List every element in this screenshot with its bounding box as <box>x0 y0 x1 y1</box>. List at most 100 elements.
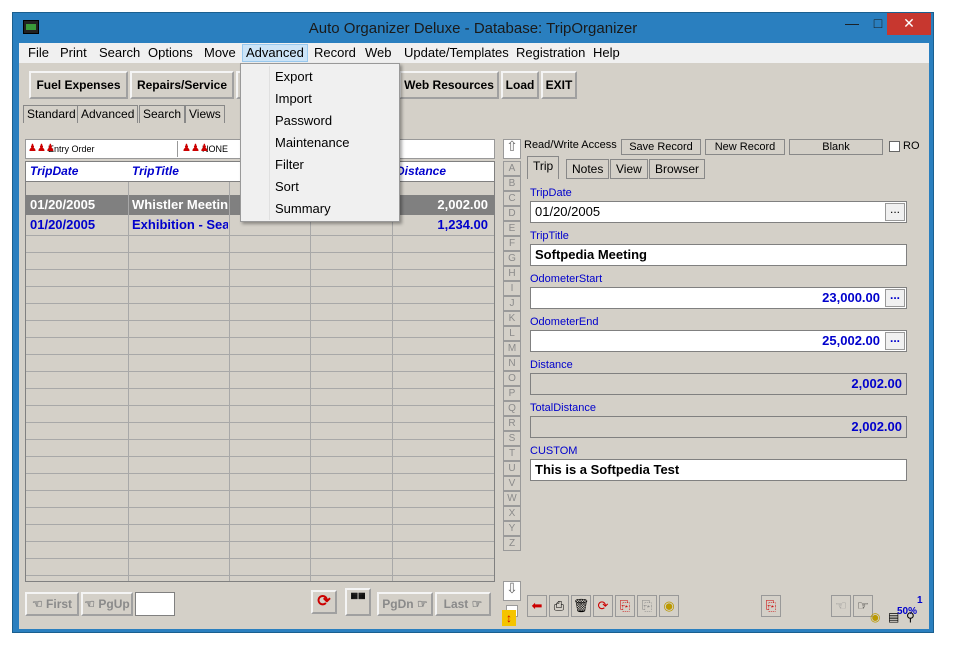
alpha-index-e[interactable]: E <box>503 221 521 236</box>
tab-trip[interactable]: Trip <box>527 156 560 179</box>
menu-sort[interactable]: Sort <box>275 176 299 198</box>
tab-search[interactable]: Search <box>139 105 186 123</box>
first-record-button[interactable]: ☜ First <box>25 592 79 616</box>
col-header-tripdate[interactable]: TripDate <box>30 164 78 178</box>
refresh-icon[interactable]: ⟳ <box>593 595 613 617</box>
col-header-triptitle[interactable]: TripTitle <box>132 164 179 178</box>
alpha-index-z[interactable]: Z <box>503 536 521 551</box>
menu-help[interactable]: Help <box>590 45 623 61</box>
fuel-expenses-button[interactable]: Fuel Expenses <box>29 71 128 99</box>
alpha-index-j[interactable]: J <box>503 296 521 311</box>
web-resources-button[interactable]: Web Resources <box>399 71 499 99</box>
last-record-button[interactable]: Last ☞ <box>435 592 491 616</box>
load-button[interactable]: Load <box>501 71 539 99</box>
tab-views[interactable]: Views <box>185 105 225 123</box>
scroll-up-icon[interactable]: ⇧ <box>503 139 521 159</box>
tab-advanced[interactable]: Advanced <box>77 105 139 123</box>
print-icon[interactable]: ⎙ <box>549 595 569 617</box>
col-header-distance[interactable]: Distance <box>396 164 446 178</box>
alpha-index-y[interactable]: Y <box>503 521 521 536</box>
page-down-button[interactable]: PgDn ☞ <box>377 592 433 616</box>
exit-button[interactable]: EXIT <box>541 71 577 99</box>
menu-file[interactable]: File <box>25 45 52 61</box>
record-number-input[interactable] <box>135 592 175 616</box>
alpha-index-v[interactable]: V <box>503 476 521 491</box>
alpha-index-i[interactable]: I <box>503 281 521 296</box>
alpha-index-l[interactable]: L <box>503 326 521 341</box>
tab-standard[interactable]: Standard <box>23 105 80 123</box>
hand-left-icon[interactable]: ☜ <box>831 595 851 617</box>
tip-bulb-icon[interactable]: ◉ <box>659 595 679 617</box>
export-record-icon[interactable]: ⎘ <box>761 595 781 617</box>
lock-icon[interactable]: ⚲ <box>906 610 920 624</box>
alpha-index-q[interactable]: Q <box>503 401 521 416</box>
menu-web[interactable]: Web <box>362 45 395 61</box>
minimize-button[interactable]: — <box>839 13 865 35</box>
menu-import[interactable]: Import <box>275 88 312 110</box>
alpha-index-o[interactable]: O <box>503 371 521 386</box>
ro-checkbox[interactable] <box>889 141 900 152</box>
sort-secondary[interactable]: ♟♟♟ NONE <box>180 141 240 157</box>
tab-notes[interactable]: Notes <box>566 159 610 179</box>
tab-browser[interactable]: Browser <box>649 159 706 179</box>
menu-record[interactable]: Record <box>311 45 359 61</box>
menu-update-templates[interactable]: Update/Templates <box>401 45 512 61</box>
alpha-index-r[interactable]: R <box>503 416 521 431</box>
refresh-icon[interactable]: ⟳ <box>311 590 337 614</box>
tab-view[interactable]: View <box>610 159 648 179</box>
bulb-icon[interactable]: ◉ <box>870 610 884 624</box>
menu-export[interactable]: Export <box>275 66 313 88</box>
alpha-index-c[interactable]: C <box>503 191 521 206</box>
custom-field[interactable]: This is a Softpedia Test <box>530 459 907 481</box>
grid-view-icon[interactable]: ▦▦ <box>345 588 371 616</box>
alpha-index-x[interactable]: X <box>503 506 521 521</box>
menu-advanced[interactable]: Advanced <box>242 44 308 62</box>
menu-filter[interactable]: Filter <box>275 154 304 176</box>
ellipsis-button[interactable]: ... <box>885 332 905 350</box>
odometerstart-field[interactable]: 23,000.00 ... <box>530 287 907 309</box>
tripdate-field[interactable]: 01/20/2005 ... <box>530 201 907 223</box>
alpha-index-m[interactable]: M <box>503 341 521 356</box>
alpha-index-w[interactable]: W <box>503 491 521 506</box>
title-bar[interactable]: Auto Organizer Deluxe - Database: TripOr… <box>13 13 933 43</box>
alpha-index-n[interactable]: N <box>503 356 521 371</box>
menu-summary[interactable]: Summary <box>275 198 331 220</box>
menu-password[interactable]: Password <box>275 110 332 132</box>
repairs-service-button[interactable]: Repairs/Service <box>130 71 234 99</box>
menu-search[interactable]: Search <box>96 45 143 61</box>
alpha-index-u[interactable]: U <box>503 461 521 476</box>
menu-print[interactable]: Print <box>57 45 90 61</box>
blank-button[interactable]: Blank <box>789 139 883 155</box>
new-record-button[interactable]: New Record <box>705 139 785 155</box>
back-arrow-icon[interactable]: ⬅ <box>527 595 547 617</box>
delete-icon[interactable]: 🗑 <box>571 595 591 617</box>
splitter-handle-icon[interactable]: ↕ <box>502 610 516 626</box>
triptitle-field[interactable]: Softpedia Meeting <box>530 244 907 266</box>
ellipsis-button[interactable]: ... <box>885 203 905 221</box>
alpha-index-f[interactable]: F <box>503 236 521 251</box>
notes-icon[interactable]: ▤ <box>888 610 902 624</box>
grid-line <box>26 388 494 389</box>
close-button[interactable]: ✕ <box>887 13 931 35</box>
paste-record-icon[interactable]: ⎘ <box>637 595 657 617</box>
alpha-index-d[interactable]: D <box>503 206 521 221</box>
menu-move[interactable]: Move <box>201 45 239 61</box>
menu-options[interactable]: Options <box>145 45 196 61</box>
page-up-button[interactable]: ☜ PgUp <box>81 592 133 616</box>
alpha-index-a[interactable]: A <box>503 161 521 176</box>
odometerend-field[interactable]: 25,002.00 ... <box>530 330 907 352</box>
ellipsis-button[interactable]: ... <box>885 289 905 307</box>
alpha-index-p[interactable]: P <box>503 386 521 401</box>
alpha-index-h[interactable]: H <box>503 266 521 281</box>
alpha-index-g[interactable]: G <box>503 251 521 266</box>
menu-maintenance[interactable]: Maintenance <box>275 132 349 154</box>
alpha-index-k[interactable]: K <box>503 311 521 326</box>
sort-primary[interactable]: ♟♟♟ Entry Order <box>26 141 178 157</box>
alpha-index-b[interactable]: B <box>503 176 521 191</box>
menu-registration[interactable]: Registration <box>513 45 588 61</box>
scroll-down-icon[interactable]: ⇩ <box>503 581 521 601</box>
save-record-button[interactable]: Save Record <box>621 139 701 155</box>
alpha-index-s[interactable]: S <box>503 431 521 446</box>
copy-record-icon[interactable]: ⎘ <box>615 595 635 617</box>
alpha-index-t[interactable]: T <box>503 446 521 461</box>
